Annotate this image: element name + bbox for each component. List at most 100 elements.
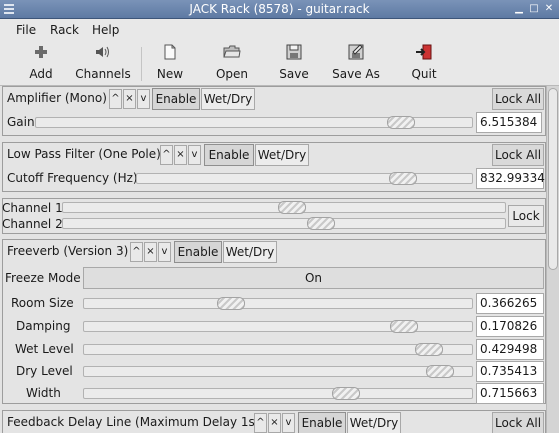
room-size-slider[interactable] bbox=[83, 297, 473, 310]
quit-button[interactable]: Quit bbox=[409, 44, 439, 81]
param-label: Gain bbox=[7, 115, 35, 129]
width-value-field[interactable]: 0.715663 bbox=[476, 383, 544, 404]
add-label: Add bbox=[29, 67, 53, 81]
width-slider[interactable] bbox=[83, 387, 473, 400]
plugin-header: Freeverb (Version 3) ^ × v Enable Wet/Dr… bbox=[3, 240, 545, 264]
menu-rack[interactable]: Rack bbox=[50, 23, 79, 37]
slider-handle[interactable] bbox=[415, 343, 443, 356]
save-as-label: Save As bbox=[332, 67, 380, 81]
param-row: Dry Level 0.735413 bbox=[3, 361, 545, 382]
move-up-button[interactable]: ^ bbox=[160, 145, 173, 165]
lock-all-toggle[interactable]: Lock All bbox=[492, 88, 544, 110]
enable-toggle[interactable]: Enable bbox=[174, 241, 222, 263]
remove-button[interactable]: × bbox=[123, 89, 136, 109]
lock-all-toggle[interactable]: Lock All bbox=[492, 412, 544, 433]
move-up-button[interactable]: ^ bbox=[254, 413, 267, 433]
cutoff-value-field[interactable]: 832.99334 bbox=[476, 168, 545, 189]
slider-handle[interactable] bbox=[426, 365, 454, 378]
folder-icon bbox=[223, 45, 241, 58]
gain-value-field[interactable]: 6.515384 bbox=[476, 112, 542, 133]
save-button[interactable]: Save bbox=[278, 44, 310, 81]
plugin-name: Low Pass Filter (One Pole) bbox=[7, 147, 161, 161]
close-icon[interactable]: ✕ bbox=[542, 2, 556, 16]
slider-handle[interactable] bbox=[332, 387, 360, 400]
enable-toggle[interactable]: Enable bbox=[204, 144, 254, 166]
move-up-button[interactable]: ^ bbox=[109, 89, 122, 109]
dry-level-slider[interactable] bbox=[83, 365, 473, 378]
plugin-lowpass: Low Pass Filter (One Pole) ^ × v Enable … bbox=[2, 142, 546, 192]
minimize-icon[interactable]: ▁ bbox=[512, 2, 526, 16]
move-down-button[interactable]: v bbox=[188, 145, 201, 165]
plugin-amplifier: Amplifier (Mono) ^ × v Enable Wet/Dry Lo… bbox=[2, 86, 546, 136]
window-title: JACK Rack (8578) - guitar.rack bbox=[189, 2, 370, 16]
dry-level-value-field[interactable]: 0.735413 bbox=[476, 361, 544, 382]
freeze-mode-toggle[interactable]: On bbox=[83, 267, 544, 289]
plugin-name: Amplifier (Mono) bbox=[7, 91, 107, 105]
window-titlebar: JACK Rack (8578) - guitar.rack ▁ □ ✕ bbox=[0, 0, 559, 19]
enable-toggle[interactable]: Enable bbox=[152, 88, 200, 110]
vertical-scrollbar[interactable] bbox=[546, 86, 559, 433]
wet-dry-toggle[interactable]: Wet/Dry bbox=[347, 412, 401, 433]
wet-level-value-field[interactable]: 0.429498 bbox=[476, 339, 544, 360]
channel-gain-panel: Channel 1 Channel 2 Lock bbox=[2, 198, 546, 234]
param-row: Room Size 0.366265 bbox=[3, 293, 545, 314]
room-size-value-field[interactable]: 0.366265 bbox=[476, 293, 544, 314]
slider-handle[interactable] bbox=[390, 320, 418, 333]
plus-icon bbox=[35, 46, 47, 58]
param-row: Cutoff Frequency (Hz) 832.99334 bbox=[3, 168, 545, 189]
param-row: Wet Level 0.429498 bbox=[3, 339, 545, 360]
new-label: New bbox=[156, 67, 184, 81]
wet-dry-toggle[interactable]: Wet/Dry bbox=[223, 241, 277, 263]
param-row: Damping 0.170826 bbox=[3, 316, 545, 337]
wet-level-slider[interactable] bbox=[83, 343, 473, 356]
save-as-icon bbox=[348, 44, 364, 60]
channel-row: Channel 1 bbox=[2, 200, 545, 216]
channel-row: Channel 2 bbox=[2, 216, 545, 232]
damping-value-field[interactable]: 0.170826 bbox=[476, 316, 544, 337]
open-button[interactable]: Open bbox=[214, 44, 250, 81]
channel-2-slider[interactable] bbox=[62, 217, 506, 230]
maximize-icon[interactable]: □ bbox=[527, 2, 541, 16]
menu-help[interactable]: Help bbox=[92, 23, 119, 37]
add-button[interactable]: Add bbox=[24, 44, 58, 81]
save-as-button[interactable]: Save As bbox=[331, 44, 381, 81]
channels-button[interactable]: Channels bbox=[74, 44, 132, 81]
slider-handle[interactable] bbox=[389, 172, 417, 185]
param-row: Gain 6.515384 bbox=[3, 112, 545, 133]
exit-icon bbox=[416, 44, 432, 60]
remove-button[interactable]: × bbox=[174, 145, 187, 165]
remove-button[interactable]: × bbox=[144, 242, 157, 262]
move-up-button[interactable]: ^ bbox=[130, 242, 143, 262]
plugin-name: Feedback Delay Line (Maximum Delay 1s) bbox=[7, 415, 260, 429]
new-button[interactable]: New bbox=[154, 44, 186, 81]
wet-dry-toggle[interactable]: Wet/Dry bbox=[255, 144, 309, 166]
damping-slider[interactable] bbox=[83, 320, 473, 333]
cutoff-slider[interactable] bbox=[136, 172, 473, 185]
lock-all-toggle[interactable]: Lock All bbox=[492, 144, 544, 166]
scrollbar-thumb[interactable] bbox=[548, 88, 558, 270]
channel-label: Channel 2 bbox=[2, 217, 63, 231]
menu-file[interactable]: File bbox=[16, 23, 36, 37]
slider-handle[interactable] bbox=[387, 116, 415, 129]
remove-button[interactable]: × bbox=[268, 413, 281, 433]
param-label: Freeze Mode bbox=[5, 271, 81, 285]
move-down-button[interactable]: v bbox=[282, 413, 295, 433]
lock-toggle[interactable]: Lock bbox=[508, 205, 544, 227]
channel-label: Channel 1 bbox=[2, 201, 63, 215]
slider-handle[interactable] bbox=[217, 297, 245, 310]
plugin-freeverb: Freeverb (Version 3) ^ × v Enable Wet/Dr… bbox=[2, 239, 546, 404]
move-down-button[interactable]: v bbox=[158, 242, 171, 262]
wet-dry-toggle[interactable]: Wet/Dry bbox=[201, 88, 255, 110]
gain-slider[interactable] bbox=[35, 116, 473, 129]
param-label: Wet Level bbox=[15, 342, 74, 356]
enable-toggle[interactable]: Enable bbox=[298, 412, 346, 433]
slider-handle[interactable] bbox=[307, 217, 335, 230]
quit-label: Quit bbox=[411, 67, 437, 81]
save-label: Save bbox=[279, 67, 309, 81]
plugin-header: Low Pass Filter (One Pole) ^ × v Enable … bbox=[3, 143, 545, 167]
plugin-name: Freeverb (Version 3) bbox=[7, 244, 129, 258]
move-down-button[interactable]: v bbox=[137, 89, 150, 109]
slider-handle[interactable] bbox=[278, 201, 306, 214]
channel-1-slider[interactable] bbox=[62, 201, 506, 214]
new-file-icon bbox=[164, 44, 176, 60]
